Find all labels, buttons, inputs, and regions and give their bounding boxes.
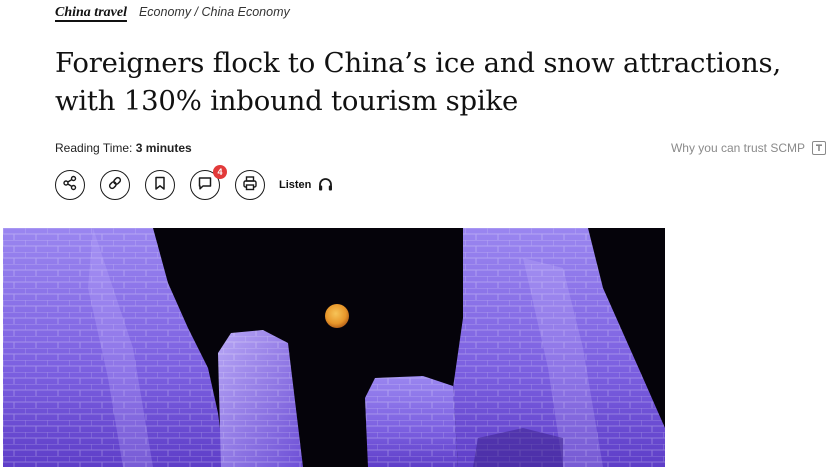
headphones-icon [318, 177, 333, 194]
link-icon [107, 175, 123, 196]
reading-time-label: Reading Time: [55, 141, 133, 155]
trust-link-label: Why you can trust SCMP [670, 141, 805, 155]
trust-icon [812, 141, 826, 155]
comment-count-badge: 4 [213, 165, 227, 179]
moon [325, 304, 349, 328]
listen-button[interactable]: Listen [279, 177, 333, 194]
hero-image [3, 228, 665, 467]
article-toolbar: 4 Listen [55, 165, 333, 200]
breadcrumb-section-link[interactable]: China travel [55, 5, 127, 21]
breadcrumb: China travel Economy / China Economy [55, 5, 290, 21]
reading-time: Reading Time: 3 minutes [55, 141, 192, 155]
comments-button[interactable]: 4 [190, 165, 227, 200]
bookmark-button[interactable] [145, 170, 175, 200]
article-meta: Reading Time: 3 minutes Why you can trus… [55, 139, 826, 157]
print-button[interactable] [235, 170, 265, 200]
copy-link-button[interactable] [100, 170, 130, 200]
article-headline: Foreigners flock to China’s ice and snow… [55, 47, 782, 117]
trust-link[interactable]: Why you can trust SCMP [671, 141, 826, 155]
listen-label: Listen [279, 179, 312, 191]
comment-icon [197, 175, 213, 196]
breadcrumb-category-link[interactable]: Economy / China Economy [139, 5, 290, 19]
bookmark-icon [152, 175, 168, 196]
printer-icon [242, 175, 258, 196]
share-button[interactable] [55, 170, 85, 200]
reading-time-value: 3 minutes [135, 141, 192, 155]
share-icon [62, 175, 78, 196]
